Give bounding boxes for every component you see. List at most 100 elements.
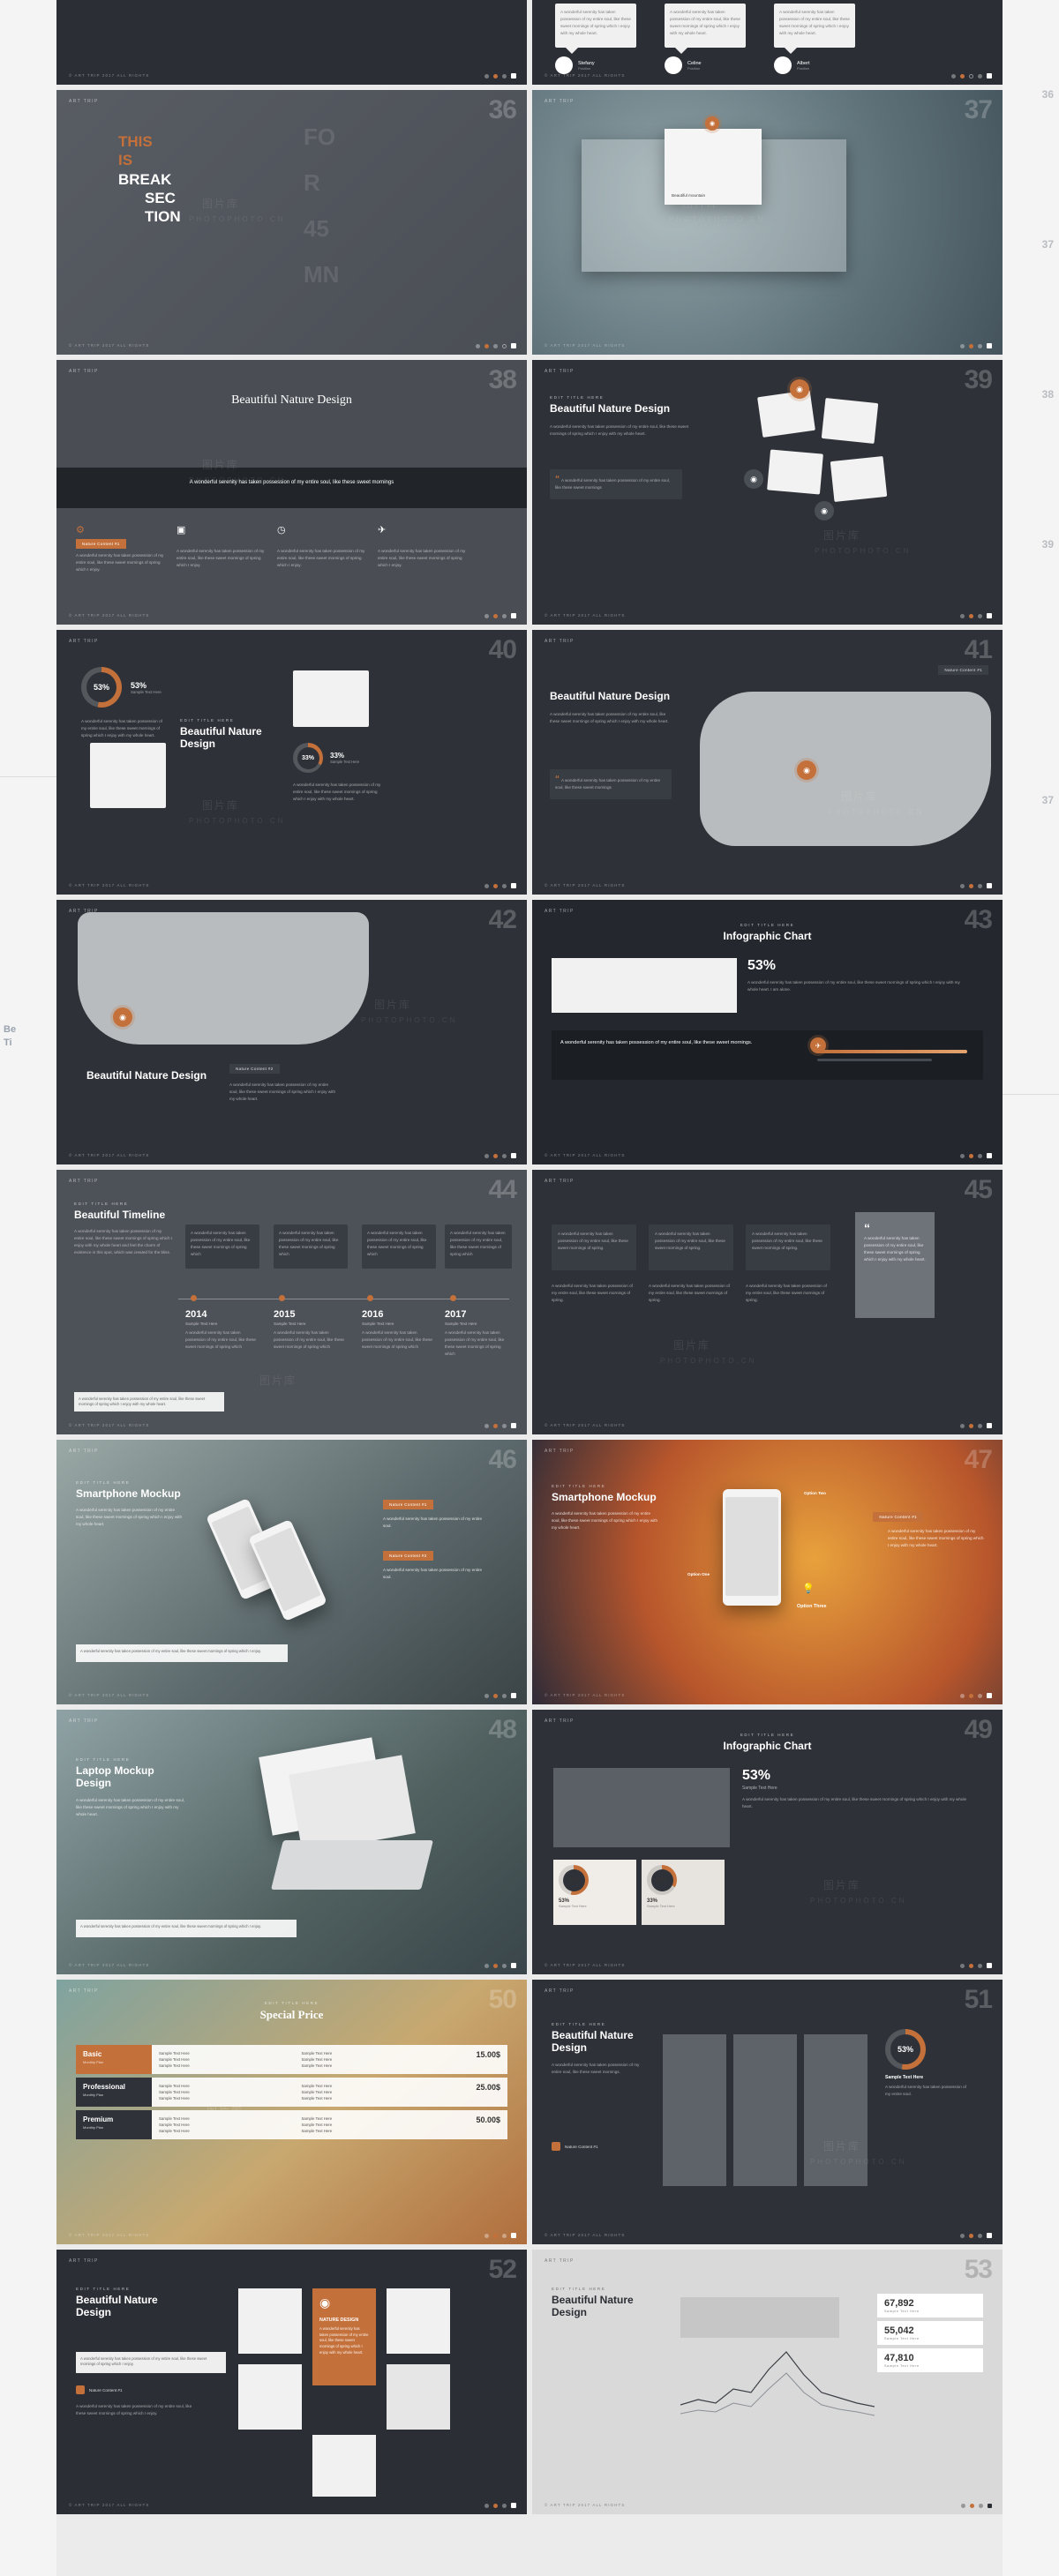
- slide-dots[interactable]: [484, 1693, 516, 1698]
- slide-dots[interactable]: [484, 883, 516, 888]
- price-table: Basic Monthly Plan Sample Text Here Samp…: [76, 2045, 507, 2143]
- watermark: 图片库: [673, 1339, 711, 1352]
- slide-dots[interactable]: [484, 1423, 516, 1428]
- photo-card: [757, 390, 815, 438]
- slide-42-blob-top[interactable]: ART TRIP 42 ◉ Beautiful Nature Design Na…: [56, 900, 527, 1164]
- slide-49-infographic-chart[interactable]: ART TRIP 49 EDIT TITLE HERE Infographic …: [532, 1710, 1003, 1974]
- slide-eyebrow: EDIT TITLE HERE: [740, 923, 795, 927]
- slide-34-name-home[interactable]: ART TRIP A wonderful serenity has taken …: [56, 0, 527, 85]
- slide-dots[interactable]: [484, 613, 516, 618]
- slide-35-testimonials[interactable]: A wonderful serenity has taken possessio…: [532, 0, 1003, 85]
- photo-card: [767, 449, 823, 495]
- slide-44-beautiful-timeline[interactable]: ART TRIP 44 EDIT TITLE HERE Beautiful Ti…: [56, 1170, 527, 1434]
- slide-brand: ART TRIP: [545, 2258, 575, 2264]
- photo-card: [387, 2288, 450, 2354]
- slide-46-smartphone-mockup[interactable]: ART TRIP 46 EDIT TITLE HERE Smartphone M…: [56, 1440, 527, 1704]
- price-row-basic[interactable]: Basic Monthly Plan Sample Text Here Samp…: [76, 2045, 507, 2075]
- slide-52-cards-grid[interactable]: ART TRIP 52 EDIT TITLE HERE Beautiful Na…: [56, 2250, 527, 2514]
- slide-47-smartphone-mockup-color[interactable]: ART TRIP 47 EDIT TITLE HERE Smartphone M…: [532, 1440, 1003, 1704]
- slide-body: A wonderful serenity has taken possessio…: [552, 1511, 658, 1531]
- stat-card: 47,810 Sample Text Here: [877, 2348, 983, 2372]
- slide-dots[interactable]: [484, 2503, 516, 2508]
- slide-dots[interactable]: [484, 1963, 516, 1968]
- stat-label: Sample Text Here: [330, 760, 360, 764]
- slide-50-special-price[interactable]: ART TRIP 50 EDIT TITLE HERE Special Pric…: [56, 1980, 527, 2244]
- slide-36-break-section[interactable]: ART TRIP 36 FO R 45 MN THIS IS BREAK SEC…: [56, 90, 527, 355]
- slide-53-line-chart-stats[interactable]: ART TRIP 53 EDIT TITLE HERE Beautiful Na…: [532, 2250, 1003, 2514]
- photo-card: [830, 455, 888, 503]
- feature-text: A wonderful serenity has taken possessio…: [277, 549, 365, 568]
- camera-icon: ◉: [744, 469, 763, 489]
- watermark: 图片库: [202, 799, 240, 812]
- slide-dots[interactable]: [960, 613, 992, 618]
- slide-dots[interactable]: [476, 343, 516, 348]
- slide-brand: ART TRIP: [69, 2258, 99, 2264]
- card-sub-text: A wonderful serenity has taken possessio…: [649, 1284, 730, 1303]
- slide-title: Smartphone Mockup: [76, 1487, 181, 1500]
- quote-card: A wonderful serenity has taken possessio…: [552, 1224, 636, 1270]
- slide-dots[interactable]: [960, 1423, 992, 1428]
- photo-card: [90, 743, 166, 808]
- ghost-text: 45: [304, 215, 329, 242]
- slide-footer: © ART TRIP 2017 ALL RIGHTS: [69, 1963, 150, 1967]
- donut-chart: 33%: [293, 743, 323, 773]
- slide-37-photo-frame[interactable]: ART TRIP 37 Beautiful mountain ◉ © ART T…: [532, 90, 1003, 355]
- slide-footer: © ART TRIP 2017 ALL RIGHTS: [545, 343, 626, 348]
- slide-dots[interactable]: [960, 343, 992, 348]
- option-label-two: Option Two: [804, 1491, 826, 1495]
- slide-body: A wonderful serenity has taken possessio…: [76, 2404, 192, 2416]
- slide-footer: © ART TRIP 2017 ALL RIGHTS: [69, 1423, 150, 1427]
- slide-number: 38: [488, 365, 517, 394]
- slide-51-donut-columns[interactable]: ART TRIP 51 EDIT TITLE HERE Beautiful Na…: [532, 1980, 1003, 2244]
- stat-value: 53%: [742, 1768, 771, 1783]
- camera-icon: ◉: [797, 760, 816, 780]
- quote-card: A wonderful serenity has taken possessio…: [649, 1224, 733, 1270]
- slide-39-cards-photo[interactable]: ART TRIP 39 EDIT TITLE HERE Beautiful Na…: [532, 360, 1003, 625]
- slide-title: Beautiful Nature Design: [76, 2294, 158, 2319]
- slide-brand: ART TRIP: [545, 369, 575, 374]
- chart-image: [553, 1768, 730, 1847]
- quote-mark: “: [555, 775, 560, 784]
- price-row-premium[interactable]: Premium Monthly Plan Sample Text Here Sa…: [76, 2110, 507, 2140]
- camera-icon: ◉: [790, 379, 809, 399]
- quote-text: A wonderful serenity has taken possessio…: [189, 480, 394, 485]
- slide-dots[interactable]: [484, 1153, 516, 1158]
- timeline-entry: 2017 Sample Text Here A wonderful sereni…: [445, 1309, 505, 1357]
- slide-41-blob-right[interactable]: ART TRIP 41 Nature Content #1 Beautiful …: [532, 630, 1003, 895]
- chip-text: A wonderful serenity has taken possessio…: [383, 1568, 483, 1580]
- feature-item: ✈ A wonderful serenity has taken possess…: [378, 524, 466, 573]
- slide-body: A wonderful serenity has taken possessio…: [76, 1797, 185, 1816]
- slide-dots[interactable]: [484, 73, 516, 79]
- price-row-professional[interactable]: Professional Monthly Plan Sample Text He…: [76, 2078, 507, 2108]
- slide-dots[interactable]: [960, 1693, 992, 1698]
- slide-dots[interactable]: [960, 1963, 992, 1968]
- slide-title: Beautiful Nature Design: [550, 402, 671, 415]
- slide-38-beautiful-nature-design[interactable]: ART TRIP 38 Beautiful Nature Design A wo…: [56, 360, 527, 625]
- slide-48-laptop-mockup[interactable]: ART TRIP 48 EDIT TITLE HERE Laptop Mocku…: [56, 1710, 527, 1974]
- slide-dots[interactable]: [484, 2233, 516, 2238]
- quote-text: A wonderful serenity has taken possessio…: [555, 778, 661, 790]
- side-number: 36: [1041, 88, 1054, 101]
- slide-body: A wonderful serenity has taken possessio…: [550, 712, 669, 724]
- slide-dots[interactable]: [951, 73, 992, 79]
- footer-note: A wonderful serenity has taken possessio…: [76, 1644, 288, 1662]
- watermark: 图片库: [374, 999, 412, 1011]
- slide-40-donut-stats[interactable]: ART TRIP 40 53% 53% Sample Text Here A w…: [56, 630, 527, 895]
- slide-eyebrow: EDIT TITLE HERE: [552, 2287, 606, 2291]
- slide-dots[interactable]: [960, 1153, 992, 1158]
- quote-text: A wonderful serenity has taken possessio…: [864, 1236, 926, 1262]
- camera-icon: [552, 2142, 560, 2151]
- timeline-dot: [279, 1295, 285, 1301]
- slide-43-infographic-chart[interactable]: ART TRIP 43 EDIT TITLE HERE Infographic …: [532, 900, 1003, 1164]
- banner-text: A wonderful serenity has taken possessio…: [560, 1040, 753, 1045]
- slide-45-quote-cards[interactable]: ART TRIP 45 A wonderful serenity has tak…: [532, 1170, 1003, 1434]
- footer-note: A wonderful serenity has taken possessio…: [76, 1920, 297, 1937]
- slide-body: A wonderful serenity has taken possessio…: [552, 2062, 640, 2074]
- slide-dots[interactable]: [960, 883, 992, 888]
- slide-49-head: EDIT TITLE HERE Infographic Chart: [532, 1733, 1003, 1752]
- slide-dots[interactable]: [960, 2233, 992, 2238]
- stat-body: A wonderful serenity has taken possessio…: [742, 1797, 967, 1809]
- slide-title: Laptop Mockup Design: [76, 1764, 154, 1790]
- quote-card: “ A wonderful serenity has taken possess…: [550, 769, 672, 799]
- slide-dots[interactable]: [961, 2504, 992, 2508]
